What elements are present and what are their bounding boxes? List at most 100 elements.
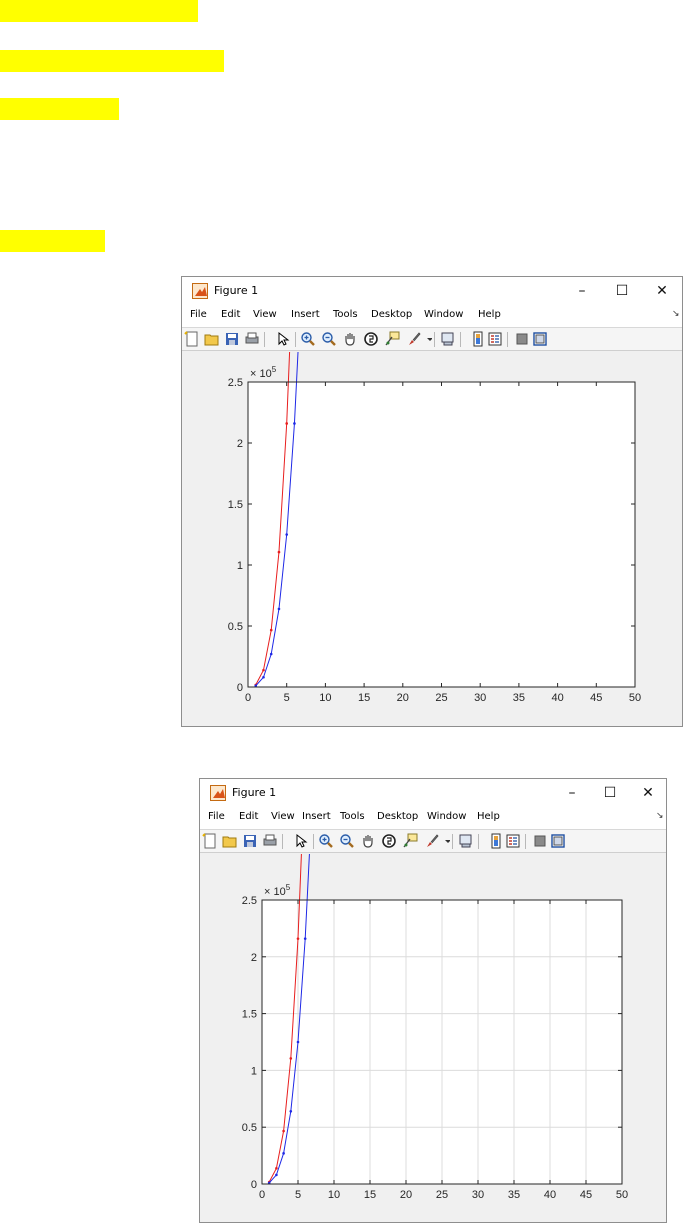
x-tick-label: 50 — [629, 692, 641, 704]
zoom-out-icon[interactable] — [321, 331, 337, 347]
menu-view[interactable]: View — [253, 309, 277, 320]
insert-legend-icon[interactable] — [487, 331, 503, 347]
print-icon[interactable] — [262, 833, 278, 849]
menu-insert[interactable]: Insert — [291, 309, 320, 320]
link-plot-icon[interactable] — [440, 331, 456, 347]
menu-file[interactable]: File — [190, 309, 207, 320]
series-point — [293, 422, 296, 425]
new-figure-icon[interactable] — [202, 833, 218, 849]
y-tick-label: 2.5 — [228, 377, 243, 389]
x-tick-label: 45 — [590, 692, 602, 704]
series-point — [285, 533, 288, 536]
menu-bar: File Edit View Insert Tools Desktop Window Help… — [200, 807, 666, 829]
rotate-3d-icon[interactable] — [363, 331, 379, 347]
y-tick-label: 0 — [251, 1179, 257, 1191]
x-tick-label: 50 — [616, 1189, 628, 1201]
zoom-out-icon[interactable] — [339, 833, 355, 849]
maximize-button[interactable]: ☐ — [598, 782, 622, 804]
toolbar-separator — [313, 834, 314, 849]
menu-overflow-icon[interactable]: ↘ — [656, 811, 664, 821]
y-tick-label: 1 — [251, 1065, 257, 1077]
series-point — [296, 1040, 300, 1044]
y-tick-label: 2 — [237, 438, 243, 450]
insert-legend-icon[interactable] — [505, 833, 521, 849]
series-point — [269, 628, 273, 632]
open-file-icon[interactable] — [204, 331, 220, 347]
menu-window[interactable]: Window — [427, 811, 466, 822]
brush-icon[interactable] — [424, 833, 440, 849]
x-tick-label: 5 — [284, 692, 290, 704]
hide-plot-tools-icon[interactable] — [514, 331, 530, 347]
show-plot-tools-icon[interactable] — [550, 833, 566, 849]
y-tick-label: 2.5 — [242, 895, 257, 907]
menu-desktop[interactable]: Desktop — [377, 811, 418, 822]
menu-desktop[interactable]: Desktop — [371, 309, 412, 320]
x-tick-label: 30 — [474, 692, 486, 704]
matlab-logo-icon — [192, 283, 208, 299]
toolbar-separator — [507, 332, 508, 347]
brush-icon[interactable] — [406, 331, 422, 347]
pan-hand-icon[interactable] — [360, 833, 376, 849]
insert-colorbar-icon[interactable] — [470, 331, 486, 347]
minimize-button[interactable]: – — [570, 280, 594, 302]
print-icon[interactable] — [244, 331, 260, 347]
close-button[interactable]: ✕ — [636, 782, 660, 804]
maximize-button[interactable]: ☐ — [610, 280, 634, 302]
menu-help[interactable]: Help — [477, 811, 500, 822]
toolbar-separator — [452, 834, 453, 849]
data-cursor-icon[interactable] — [384, 331, 400, 347]
insert-colorbar-icon[interactable] — [488, 833, 504, 849]
x-tick-label: 20 — [400, 1189, 412, 1201]
menu-overflow-icon[interactable]: ↘ — [672, 309, 680, 319]
toolbar-separator — [478, 834, 479, 849]
series-point — [289, 1109, 293, 1113]
x-tick-label: 35 — [513, 692, 525, 704]
link-plot-icon[interactable] — [458, 833, 474, 849]
close-button[interactable]: ✕ — [650, 280, 674, 302]
x-tick-label: 25 — [435, 692, 447, 704]
zoom-in-icon[interactable] — [318, 833, 334, 849]
toolbar-separator — [460, 332, 461, 347]
figure-toolbar — [200, 829, 666, 853]
plot-area: 0 5 10 15 20 25 30 35 40 45 50 0 0.5 1 1.5 2 2.5 × 105 — [200, 854, 666, 1222]
data-cursor-icon[interactable] — [402, 833, 418, 849]
zoom-in-icon[interactable] — [300, 331, 316, 347]
series-point — [262, 675, 265, 679]
toolbar-separator — [525, 834, 526, 849]
menu-insert[interactable]: Insert — [302, 811, 331, 822]
edit-plot-arrow-icon[interactable] — [293, 833, 309, 849]
menu-view[interactable]: View — [271, 811, 295, 822]
menu-window[interactable]: Window — [424, 309, 463, 320]
title-bar[interactable]: Figure 1 – ☐ ✕ — [200, 779, 666, 807]
edit-plot-arrow-icon[interactable] — [275, 331, 291, 347]
window-title: Figure 1 — [232, 786, 277, 799]
menu-file[interactable]: File — [208, 811, 225, 822]
menu-tools[interactable]: Tools — [340, 811, 365, 822]
brush-dropdown-icon[interactable] — [422, 331, 433, 347]
menu-tools[interactable]: Tools — [333, 309, 358, 320]
title-bar[interactable]: Figure 1 – ☐ ✕ — [182, 277, 682, 305]
x-tick-label: 0 — [259, 1189, 265, 1201]
figure-window-1: Figure 1 – ☐ ✕ File Edit View Insert Tools Deskto… — [181, 276, 683, 727]
series-point — [269, 652, 273, 656]
new-figure-icon[interactable] — [184, 331, 200, 347]
series-point — [275, 1173, 278, 1177]
plot-area: 0 5 10 15 20 25 30 35 40 45 50 0 0.5 1 1.5 2 2.5 × 105 — [182, 352, 682, 726]
save-icon[interactable] — [242, 833, 258, 849]
minimize-button[interactable]: – — [560, 782, 584, 804]
show-plot-tools-icon[interactable] — [532, 331, 548, 347]
open-file-icon[interactable] — [222, 833, 238, 849]
brush-dropdown-icon[interactable] — [440, 833, 451, 849]
hide-plot-tools-icon[interactable] — [532, 833, 548, 849]
menu-edit[interactable]: Edit — [239, 811, 258, 822]
y-tick-label: 1.5 — [228, 499, 243, 511]
series-point — [282, 1129, 285, 1133]
menu-help[interactable]: Help — [478, 309, 501, 320]
x-tick-label: 15 — [358, 692, 370, 704]
rotate-3d-icon[interactable] — [381, 833, 397, 849]
series-point — [285, 422, 288, 425]
pan-hand-icon[interactable] — [342, 331, 358, 347]
chart-svg: 0 5 10 15 20 25 30 35 40 45 50 0 0.5 1 1.5 2 2.5 × 105 — [228, 352, 641, 704]
menu-edit[interactable]: Edit — [221, 309, 240, 320]
save-icon[interactable] — [224, 331, 240, 347]
